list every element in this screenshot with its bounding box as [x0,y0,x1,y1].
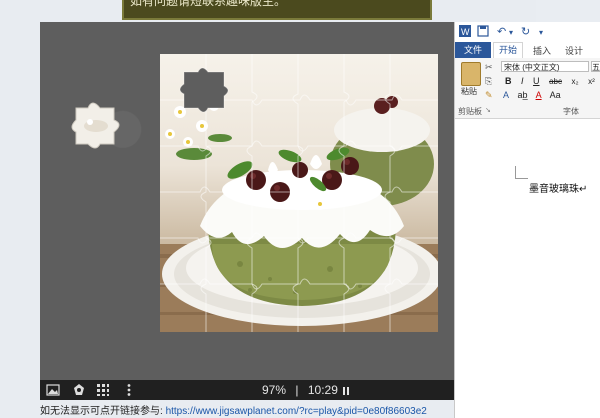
paste-icon[interactable] [461,62,481,86]
puzzle-status: 97% | 10:29 [262,383,350,397]
customize-qat-icon[interactable]: ▾ [539,28,543,37]
cut-icon[interactable]: ✂ [485,62,493,73]
clipboard-group-label: 剪贴板 [458,107,482,116]
subscript-button[interactable]: x₂ [571,77,578,86]
tab-design[interactable]: 设计 [565,44,583,57]
underline-button[interactable]: U [533,76,540,86]
ribbon-home: 粘贴 ✂ ⎘ ✎ 剪贴板 ↘ 宋体 (中文正文) 五 B I U abc x₂ … [455,58,600,119]
superscript-button[interactable]: x² [588,77,595,86]
font-color-button[interactable]: A [536,90,542,100]
format-row-2: A ab̲ A Aa [503,90,567,100]
notice-bar: 如有问题请短联系趣味版主。 [122,0,432,20]
format-painter-icon[interactable]: ✎ [485,90,493,101]
bold-button[interactable]: B [505,76,512,86]
paste-button-label[interactable]: 粘贴 [461,86,477,97]
undo-icon[interactable]: ↶ [497,25,506,38]
tab-insert[interactable]: 插入 [533,44,551,57]
change-case-button[interactable]: Aa [550,90,561,100]
ghost-icon[interactable] [96,383,110,397]
fallback-link-line: 如无法显示可点开链接参与: https://www.jigsawplanet.c… [40,402,460,418]
document-text[interactable]: 墨音玻璃珠↵ [529,180,587,195]
status-separator: | [295,383,299,397]
notice-text: 如有问题请短联系趣味版主。 [130,0,287,8]
pause-icon[interactable] [343,387,350,395]
word-logo-icon: W [459,25,471,40]
window-frame-top [536,0,600,22]
more-icon[interactable] [122,383,136,397]
undo-dropdown-icon[interactable]: ▾ [509,28,513,37]
ribbon-tabs: 文件 开始 插入 设计 [455,42,600,59]
jigsaw-link[interactable]: https://www.jigsawplanet.com/?rc=play&pi… [166,406,427,417]
tab-home[interactable]: 开始 [493,42,523,58]
header-gap [454,0,536,22]
font-name-select[interactable]: 宋体 (中文正文) [501,61,589,72]
redo-icon[interactable]: ↻ [521,25,530,38]
format-row-1: B I U abc x₂ x² [505,76,600,86]
italic-button[interactable]: I [521,76,524,86]
tab-file[interactable]: 文件 [455,42,491,58]
clipboard-launcher-icon[interactable]: ↘ [485,106,491,114]
zoom-level: 97% [262,383,287,397]
copy-icon[interactable]: ⎘ [485,76,492,87]
image-icon[interactable] [46,383,60,397]
margin-marker [515,166,528,179]
font-group-label: 字体 [563,107,579,116]
puzzle-toolbar: 97% | 10:29 [40,380,454,400]
jigsaw-puzzle-board[interactable] [40,22,454,380]
svg-text:W: W [461,27,470,37]
font-size-value: 五 [592,63,600,72]
font-name-value: 宋体 (中文正文) [504,63,560,72]
elapsed-time: 10:29 [307,383,338,397]
save-icon[interactable] [477,25,489,40]
quick-access-toolbar: W ↶ ▾ ↻ ▾ [455,22,600,42]
strikethrough-button[interactable]: abc [549,77,562,86]
empty-puzzle-slot[interactable] [178,62,230,114]
shape-icon[interactable] [72,383,86,397]
text-effects-button[interactable]: A [503,90,509,100]
word-window: W ↶ ▾ ↻ ▾ 文件 开始 插入 设计 粘贴 ✂ ⎘ ✎ 剪贴板 ↘ 宋体 … [454,22,600,418]
loose-puzzle-piece[interactable] [66,94,124,152]
font-size-select[interactable]: 五 [591,61,600,72]
document-page[interactable]: 墨音玻璃珠↵ [455,120,600,418]
highlight-color-icon[interactable]: ab̲ [518,90,528,100]
fallback-prefix: 如无法显示可点开链接参与: [40,406,163,417]
